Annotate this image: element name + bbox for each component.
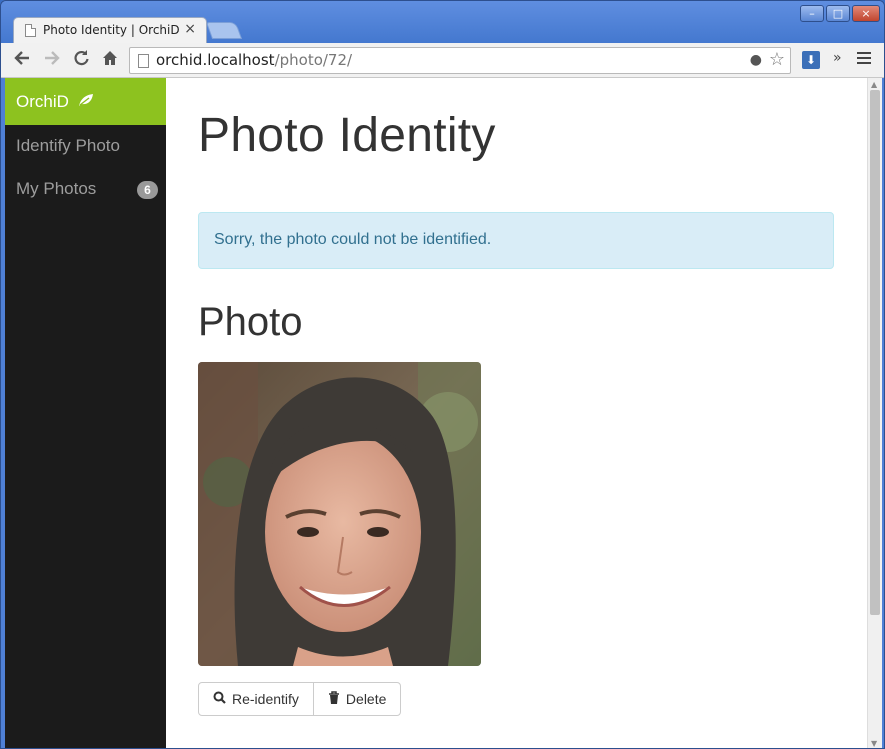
bookmark-star-icon[interactable]: ☆ (769, 49, 785, 70)
address-bar[interactable]: orchid.localhost/photo/72/ ● ☆ (129, 47, 791, 74)
page-icon (25, 24, 36, 37)
arrow-right-icon (45, 51, 60, 65)
sidebar-item-identify-photo[interactable]: Identify Photo (5, 136, 166, 172)
menu-icon[interactable] (857, 52, 871, 66)
delete-button[interactable]: Delete (312, 683, 400, 715)
trash-icon (328, 691, 340, 707)
tab-title: Photo Identity | OrchiD (43, 23, 180, 37)
sidebar: OrchiD Identify Photo My Photos 6 (5, 78, 166, 748)
search-icon (213, 691, 226, 707)
arrow-left-icon (14, 51, 29, 65)
sidebar-item-label: Identify Photo (16, 136, 120, 155)
page-viewport: OrchiD Identify Photo My Photos 6 Photo … (5, 78, 882, 748)
url-path: /photo/72/ (274, 51, 353, 69)
scroll-up-icon[interactable]: ▲ (871, 80, 877, 89)
sidebar-item-my-photos[interactable]: My Photos 6 (5, 179, 166, 215)
maximize-button[interactable]: □ (826, 5, 850, 22)
new-tab-button[interactable] (205, 22, 243, 39)
back-button[interactable] (11, 49, 33, 71)
sidebar-item-label: My Photos (16, 179, 97, 198)
minimize-button[interactable]: – (800, 5, 824, 22)
download-extension-icon[interactable]: ⬇ (802, 51, 820, 69)
brand[interactable]: OrchiD (5, 78, 166, 125)
tab-close-button[interactable]: × (184, 21, 196, 37)
portrait-image (198, 362, 481, 666)
leaf-icon (78, 93, 94, 111)
photo-actions: Re-identify Delete (198, 682, 402, 716)
delete-label: Delete (345, 691, 387, 707)
window-controls: – □ × (800, 5, 880, 22)
reidentify-label: Re-identify (232, 691, 299, 707)
reload-icon (74, 50, 89, 66)
reidentify-button[interactable]: Re-identify (199, 683, 313, 715)
browser-window: Photo Identity | OrchiD × – □ × orchid.l… (0, 0, 885, 749)
title-bar: Photo Identity | OrchiD × – □ × (1, 1, 884, 43)
section-title: Photo (198, 300, 303, 344)
info-alert: Sorry, the photo could not be identified… (198, 212, 834, 269)
reload-button[interactable] (70, 49, 92, 71)
page-title: Photo Identity (198, 109, 496, 162)
browser-tab[interactable]: Photo Identity | OrchiD × (13, 17, 207, 43)
photo-count-badge: 6 (137, 181, 158, 199)
home-icon (103, 51, 117, 65)
forward-button[interactable] (41, 49, 63, 71)
lightbulb-icon[interactable]: ● (750, 52, 762, 68)
brand-name: OrchiD (16, 92, 69, 111)
home-button[interactable] (99, 49, 121, 71)
main-content: Photo Identity Sorry, the photo could no… (166, 78, 867, 748)
page-icon (138, 54, 149, 68)
url-host: orchid.localhost (156, 51, 275, 69)
vertical-scrollbar[interactable]: ▲ ▼ (867, 78, 882, 748)
scrollbar-thumb[interactable] (870, 90, 880, 615)
uploaded-photo (198, 362, 481, 666)
browser-toolbar: orchid.localhost/photo/72/ ● ☆ ⬇ » (1, 43, 884, 78)
overflow-chevron-icon[interactable]: » (833, 50, 842, 66)
url-text[interactable]: orchid.localhost/photo/72/ (156, 51, 352, 69)
close-window-button[interactable]: × (852, 5, 880, 22)
scroll-down-icon[interactable]: ▼ (871, 739, 877, 748)
